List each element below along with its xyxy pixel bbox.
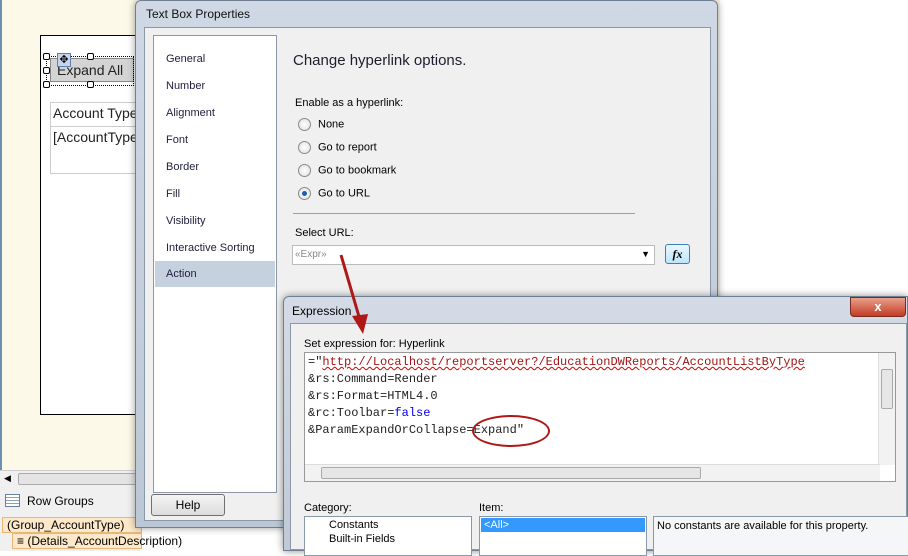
- resize-handle[interactable]: [43, 67, 50, 74]
- row-groups-pane: Row Groups (Group_AccountType) ≡ (Detail…: [0, 486, 182, 551]
- scroll-thumb[interactable]: [881, 369, 893, 409]
- nav-border[interactable]: Border: [155, 154, 275, 180]
- code-keyword: false: [394, 406, 431, 420]
- nav-interactive-sorting[interactable]: Interactive Sorting: [155, 235, 275, 261]
- horizontal-scrollbar[interactable]: ◀: [0, 470, 140, 486]
- radio-label: Go to URL: [318, 187, 370, 200]
- radio-go-to-url[interactable]: Go to URL: [298, 187, 370, 200]
- code-text: =": [308, 355, 323, 369]
- row-groups-icon: [5, 494, 20, 507]
- radio-label: Go to report: [318, 141, 377, 154]
- scroll-thumb[interactable]: [321, 467, 701, 479]
- radio-none[interactable]: None: [298, 118, 344, 131]
- annotation-circle: [472, 415, 550, 447]
- category-item[interactable]: Constants: [305, 517, 471, 531]
- combobox-value: «Expr»: [295, 249, 327, 260]
- radio-go-to-report[interactable]: Go to report: [298, 141, 377, 154]
- radio-icon: [298, 164, 311, 177]
- radio-label: Go to bookmark: [318, 164, 397, 177]
- nav-action[interactable]: Action: [155, 261, 275, 287]
- expression-fx-button[interactable]: fx: [665, 244, 690, 264]
- resize-handle[interactable]: [43, 53, 50, 60]
- code-url: http://Localhost/reportserver?/Education…: [322, 355, 805, 369]
- chevron-down-icon[interactable]: ▼: [641, 249, 650, 259]
- group-item[interactable]: (Group_AccountType): [2, 517, 142, 533]
- vertical-scrollbar[interactable]: [878, 353, 895, 465]
- dialog-title: Text Box Properties: [146, 7, 251, 21]
- table-data-cell[interactable]: [AccountType]: [51, 127, 142, 147]
- expression-editor[interactable]: ="http://Localhost/reportserver?/Educati…: [304, 352, 896, 482]
- horizontal-scrollbar[interactable]: [305, 464, 880, 481]
- section-heading: Change hyperlink options.: [293, 52, 467, 69]
- resize-handle[interactable]: [43, 81, 50, 88]
- annotation-arrow: [339, 254, 368, 334]
- category-list[interactable]: Constants Built-in Fields: [304, 516, 472, 556]
- nav-number[interactable]: Number: [155, 73, 275, 99]
- nav-general[interactable]: General: [155, 46, 275, 72]
- nav-visibility[interactable]: Visibility: [155, 208, 275, 234]
- item-list[interactable]: <All>: [479, 516, 647, 556]
- code-line: &rc:Toolbar=false: [308, 406, 430, 420]
- move-icon[interactable]: ✥: [57, 53, 71, 67]
- item-all[interactable]: <All>: [481, 518, 645, 532]
- nav-alignment[interactable]: Alignment: [155, 100, 275, 126]
- radio-icon: [298, 141, 311, 154]
- properties-nav: General Number Alignment Font Border Fil…: [153, 35, 277, 493]
- nav-font[interactable]: Font: [155, 127, 275, 153]
- resize-handle[interactable]: [87, 53, 94, 60]
- radio-label: None: [318, 118, 345, 131]
- code-line: &rs:Command=Render: [308, 372, 438, 386]
- help-button[interactable]: Help: [151, 494, 225, 516]
- code-text: &rc:Toolbar=: [308, 406, 395, 420]
- group-label: (Details_AccountDescription): [27, 534, 183, 548]
- report-body[interactable]: [40, 35, 150, 415]
- item-label: Item:: [479, 502, 504, 514]
- close-button[interactable]: x: [850, 297, 906, 317]
- report-table[interactable]: Account Type [AccountType]: [50, 102, 142, 174]
- category-item[interactable]: Built-in Fields: [305, 531, 471, 545]
- select-url-label: Select URL:: [295, 227, 354, 239]
- divider: [293, 213, 635, 214]
- scroll-thumb[interactable]: [18, 473, 138, 485]
- radio-go-to-bookmark[interactable]: Go to bookmark: [298, 164, 396, 177]
- table-header-cell[interactable]: Account Type: [51, 103, 139, 127]
- enable-hyperlink-label: Enable as a hyperlink:: [295, 97, 404, 109]
- nav-fill[interactable]: Fill: [155, 181, 275, 207]
- code-line: &rs:Format=HTML4.0: [308, 389, 438, 403]
- scroll-left-icon[interactable]: ◀: [4, 473, 11, 484]
- radio-icon: [298, 118, 311, 131]
- group-label: (Group_AccountType): [7, 518, 125, 532]
- code-line: ="http://Localhost/reportserver?/Educati…: [308, 355, 805, 369]
- description-box: No constants are available for this prop…: [653, 516, 908, 556]
- radio-selected-icon: [298, 187, 311, 200]
- group-item[interactable]: ≡ (Details_AccountDescription): [12, 533, 182, 549]
- resize-handle[interactable]: [87, 81, 94, 88]
- row-groups-label: Row Groups: [27, 494, 94, 508]
- category-label: Category:: [304, 502, 352, 514]
